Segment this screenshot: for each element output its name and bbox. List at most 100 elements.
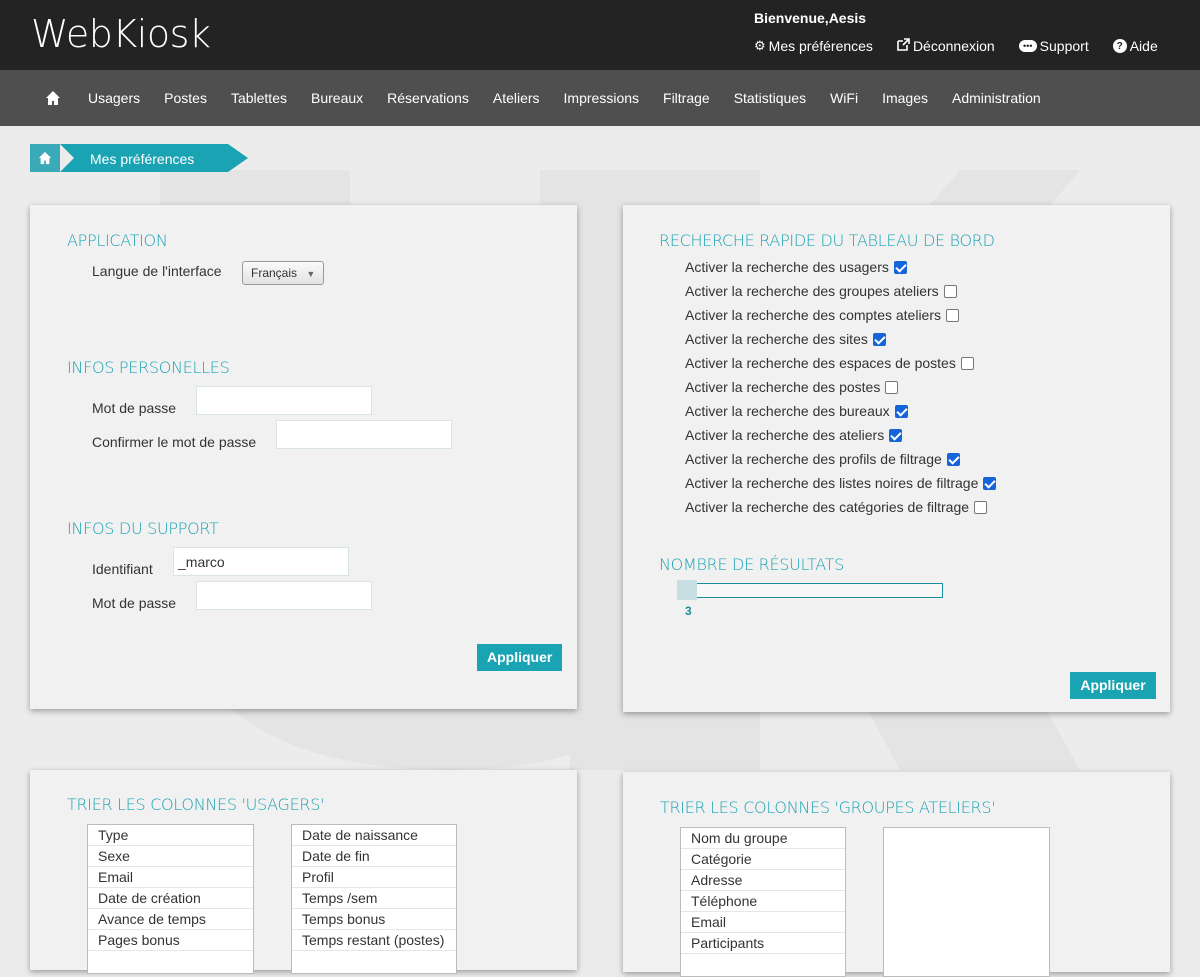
search-option-row: Activer la recherche des catégories de f… <box>685 499 988 515</box>
home-icon[interactable] <box>45 90 61 106</box>
list-item[interactable]: Catégorie <box>681 849 845 870</box>
support-link[interactable]: ••• Support <box>1018 38 1089 54</box>
search-option-row: Activer la recherche des usagers <box>685 259 907 275</box>
users-available-columns[interactable]: Type Sexe Email Date de création Avance de t… <box>87 824 254 974</box>
password-input[interactable] <box>196 386 372 415</box>
search-option-row: Activer la recherche des espaces de post… <box>685 355 974 371</box>
search-option-checkbox[interactable] <box>960 356 974 370</box>
search-option-label: Activer la recherche des ateliers <box>685 427 885 443</box>
nav-item-ateliers[interactable]: Ateliers <box>493 90 540 106</box>
search-option-row: Activer la recherche des postes <box>685 379 899 395</box>
preferences-link[interactable]: ⚙ Mes préférences <box>754 38 873 54</box>
personal-info-title: INFOS PERSONELLES <box>67 358 230 377</box>
application-title: APPLICATION <box>67 231 168 250</box>
external-link-icon <box>897 38 910 54</box>
nav-item-filtrage[interactable]: Filtrage <box>663 90 710 106</box>
nav-item-images[interactable]: Images <box>882 90 928 106</box>
support-info-title: INFOS DU SUPPORT <box>67 519 219 538</box>
search-option-checkbox[interactable] <box>885 380 899 394</box>
list-item[interactable]: Email <box>88 867 253 888</box>
language-label: Langue de l'interface <box>92 263 222 279</box>
support-link-label: Support <box>1039 38 1089 54</box>
search-option-checkbox[interactable] <box>946 308 959 322</box>
confirm-password-input[interactable] <box>276 420 452 449</box>
search-option-label: Activer la recherche des profils de filt… <box>685 451 942 467</box>
nav-item-postes[interactable]: Postes <box>164 90 207 106</box>
search-option-row: Activer la recherche des listes noires d… <box>685 475 997 491</box>
sort-groups-panel: TRIER LES COLONNES 'GROUPES ATELIERS' No… <box>623 772 1170 977</box>
results-slider[interactable] <box>677 583 943 598</box>
nav-item-impressions[interactable]: Impressions <box>564 90 639 106</box>
nav-item-administration[interactable]: Administration <box>952 90 1041 106</box>
search-option-checkbox[interactable] <box>894 404 908 418</box>
sort-groups-title: TRIER LES COLONNES 'GROUPES ATELIERS' <box>660 798 996 817</box>
support-id-label: Identifiant <box>92 561 153 577</box>
search-option-label: Activer la recherche des usagers <box>685 259 889 275</box>
search-option-checkbox[interactable] <box>889 428 903 442</box>
list-item[interactable]: Date de fin <box>292 846 456 867</box>
groups-selected-columns[interactable] <box>883 827 1050 977</box>
list-item[interactable]: Type <box>88 825 253 846</box>
search-option-label: Activer la recherche des listes noires d… <box>685 475 979 491</box>
list-item[interactable]: Téléphone <box>681 891 845 912</box>
search-option-checkbox[interactable] <box>872 332 886 346</box>
logout-link-label: Déconnexion <box>912 38 995 54</box>
search-option-row: Activer la recherche des bureaux <box>685 403 908 419</box>
nav-item-bureaux[interactable]: Bureaux <box>311 90 363 106</box>
main-nav: Usagers Postes Tablettes Bureaux Réserva… <box>0 70 1200 126</box>
apply-button[interactable]: Appliquer <box>477 644 562 671</box>
search-option-label: Activer la recherche des sites <box>685 331 868 347</box>
quick-search-title: RECHERCHE RAPIDE DU TABLEAU DE BORD <box>659 231 995 250</box>
list-item[interactable]: Temps /sem <box>292 888 456 909</box>
list-item[interactable]: Adresse <box>681 870 845 891</box>
search-option-row: Activer la recherche des comptes atelier… <box>685 307 959 323</box>
support-id-input[interactable] <box>173 547 349 576</box>
apply-search-button[interactable]: Appliquer <box>1070 672 1156 699</box>
logo[interactable]: WebKiosk <box>31 12 211 56</box>
list-item[interactable]: Email <box>681 912 845 933</box>
search-option-checkbox[interactable] <box>893 260 907 274</box>
search-option-checkbox[interactable] <box>946 452 960 466</box>
chat-bubble-icon: ••• <box>1018 40 1037 52</box>
list-item[interactable]: Avance de temps <box>88 909 253 930</box>
logout-link[interactable]: Déconnexion <box>897 38 995 54</box>
support-password-input[interactable] <box>196 581 372 610</box>
search-option-label: Activer la recherche des comptes atelier… <box>685 307 941 323</box>
support-password-label: Mot de passe <box>92 595 177 611</box>
search-option-checkbox[interactable] <box>943 284 957 298</box>
search-settings-panel: RECHERCHE RAPIDE DU TABLEAU DE BORD Acti… <box>623 205 1170 712</box>
breadcrumb-home[interactable] <box>30 144 60 172</box>
list-item[interactable]: Nom du groupe <box>681 828 845 849</box>
results-slider-handle[interactable] <box>677 580 697 600</box>
list-item[interactable]: Date de naissance <box>292 825 456 846</box>
users-selected-columns[interactable]: Date de naissance Date de fin Profil Temps … <box>291 824 457 974</box>
nav-item-reservations[interactable]: Réservations <box>387 90 469 106</box>
search-option-label: Activer la recherche des bureaux <box>685 403 890 419</box>
search-option-checkbox[interactable] <box>974 500 988 514</box>
search-option-label: Activer la recherche des espaces de post… <box>685 355 956 371</box>
gear-icon: ⚙ <box>754 38 766 53</box>
results-count-title: NOMBRE DE RÉSULTATS <box>659 555 844 574</box>
list-item[interactable]: Participants <box>681 933 845 954</box>
search-option-row: Activer la recherche des ateliers <box>685 427 903 443</box>
nav-item-wifi[interactable]: WiFi <box>830 90 858 106</box>
top-bar: WebKiosk Bienvenue,Aesis ⚙ Mes préférenc… <box>0 0 1200 70</box>
nav-item-tablettes[interactable]: Tablettes <box>231 90 287 106</box>
search-option-checkbox[interactable] <box>983 476 997 490</box>
sort-users-title: TRIER LES COLONNES 'USAGERS' <box>67 795 325 814</box>
help-icon: ? <box>1112 39 1127 53</box>
nav-item-statistiques[interactable]: Statistiques <box>734 90 806 106</box>
list-item[interactable]: Temps bonus <box>292 909 456 930</box>
nav-item-usagers[interactable]: Usagers <box>88 90 140 106</box>
groups-available-columns[interactable]: Nom du groupe Catégorie Adresse Téléphone Em… <box>680 827 846 977</box>
language-select[interactable]: Français ▼ <box>242 261 325 285</box>
list-item[interactable]: Date de création <box>88 888 253 909</box>
breadcrumb-current: Mes préférences <box>90 151 195 167</box>
help-link[interactable]: ? Aide <box>1112 38 1158 54</box>
list-item[interactable]: Sexe <box>88 846 253 867</box>
user-links: ⚙ Mes préférences Déconnexion ••• Suppor… <box>754 38 1158 54</box>
language-select-value: Français <box>251 266 298 280</box>
list-item[interactable]: Profil <box>292 867 456 888</box>
search-option-row: Activer la recherche des groupes atelier… <box>685 283 957 299</box>
password-label: Mot de passe <box>92 400 177 416</box>
